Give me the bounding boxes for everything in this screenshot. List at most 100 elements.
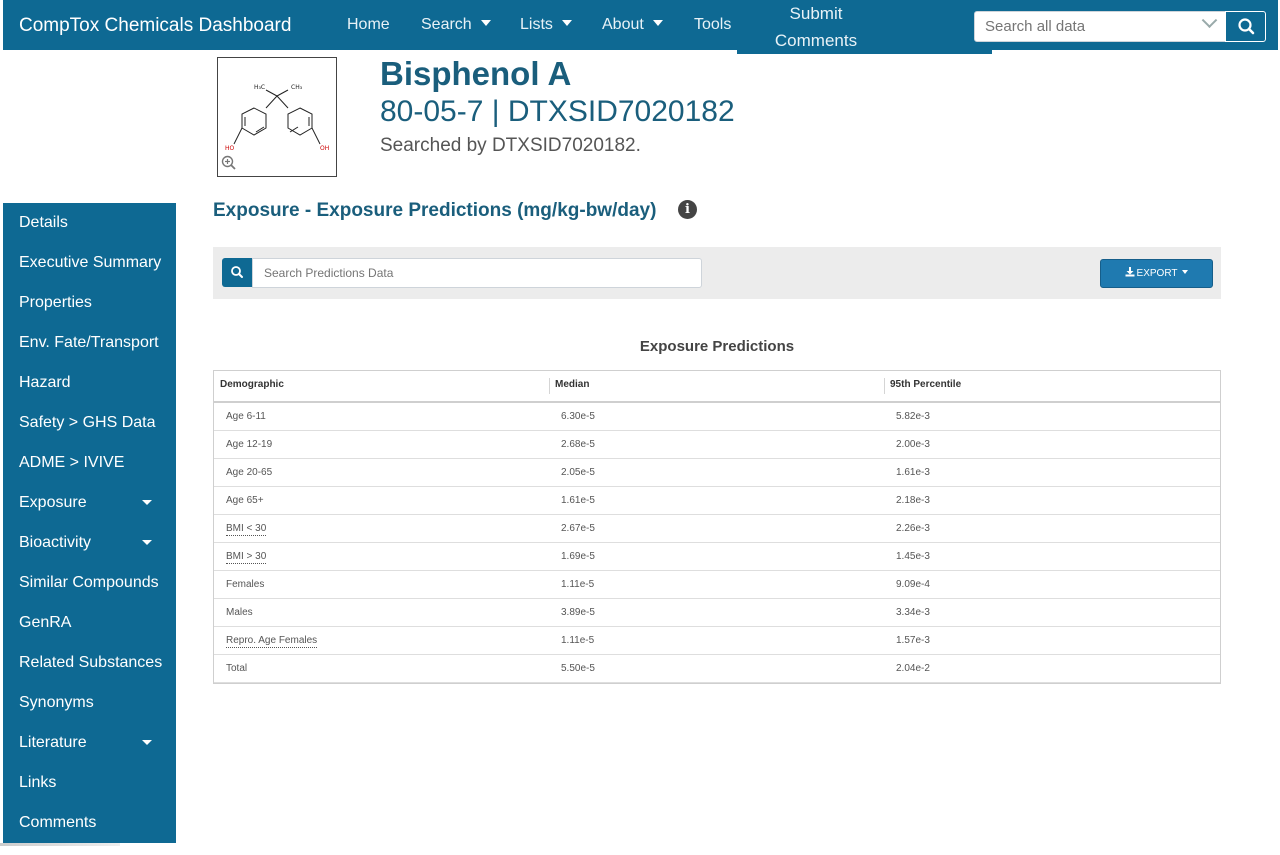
search-icon (1238, 18, 1255, 35)
sidebar-item-adme-ivive[interactable]: ADME > IVIVE (19, 443, 169, 483)
sidebar-item-links[interactable]: Links (19, 763, 169, 803)
demographic-label: Age 20-65 (226, 467, 273, 478)
nav-about-dropdown[interactable]: About (602, 0, 663, 50)
cell-median: 2.05e-5 (561, 467, 595, 478)
cell-demographic: Age 65+ (214, 487, 264, 515)
sidebar-item-label: Hazard (19, 374, 71, 391)
table-row[interactable]: Age 65+ 1.61e-5 2.18e-3 (214, 487, 1220, 515)
sidebar-nav: Details Executive Summary Properties Env… (3, 203, 176, 843)
search-icon (231, 266, 243, 278)
column-header-demographic[interactable]: Demographic (214, 371, 549, 401)
compound-identifiers: 80-05-7 | DTXSID7020182 (380, 95, 735, 128)
cell-95th-percentile: 5.82e-3 (896, 411, 930, 422)
abbreviation-tooltip[interactable]: Repro. Age Females (226, 635, 318, 648)
sidebar-item-properties[interactable]: Properties (19, 283, 169, 323)
cell-95th-percentile: 2.00e-3 (896, 439, 930, 450)
nav-lists-dropdown[interactable]: Lists (520, 0, 572, 50)
cell-demographic: Females (214, 571, 264, 599)
chevron-down-icon[interactable] (1201, 12, 1218, 29)
global-search-input[interactable] (975, 12, 1195, 41)
cell-demographic: Age 6-11 (214, 403, 266, 431)
cell-demographic: BMI < 30 (214, 515, 267, 543)
nav-search-dropdown[interactable]: Search (421, 0, 491, 50)
sidebar-item-exposure[interactable]: Exposure (19, 483, 169, 523)
cell-95th-percentile: 1.45e-3 (896, 551, 930, 562)
sidebar-item-synonyms[interactable]: Synonyms (19, 683, 169, 723)
sidebar-item-label: ADME > IVIVE (19, 454, 125, 471)
cell-demographic: Age 12-19 (214, 431, 272, 459)
zoom-in-icon[interactable] (221, 155, 237, 171)
caret-down-icon (1182, 270, 1189, 274)
global-search-button[interactable] (1225, 11, 1266, 42)
submit-comments-button[interactable]: Submit Comments (737, 0, 992, 54)
demographic-label: Age 6-11 (226, 411, 266, 422)
svg-text:HO: HO (225, 145, 235, 152)
export-label: EXPORT (1136, 268, 1178, 279)
sidebar-item-comments[interactable]: Comments (19, 803, 169, 843)
sidebar-item-label: Properties (19, 294, 92, 311)
caret-down-icon (142, 500, 152, 505)
sidebar-item-similar-compounds[interactable]: Similar Compounds (19, 563, 169, 603)
cell-demographic: BMI > 30 (214, 543, 267, 571)
cell-95th-percentile: 2.04e-2 (896, 663, 930, 674)
sidebar-item-executive-summary[interactable]: Executive Summary (19, 243, 169, 283)
cell-median: 3.89e-5 (561, 607, 595, 618)
searched-by-text: Searched by DTXSID7020182. (380, 135, 641, 156)
export-dropdown-button[interactable]: EXPORT (1100, 259, 1213, 288)
sidebar-item-label: GenRA (19, 614, 72, 631)
abbreviation-tooltip[interactable]: BMI > 30 (226, 551, 267, 564)
column-header-95th-percentile[interactable]: 95th Percentile (884, 371, 1219, 401)
table-row[interactable]: Females 1.11e-5 9.09e-4 (214, 571, 1220, 599)
table-toolbar: EXPORT (213, 247, 1221, 299)
section-title: Exposure - Exposure Predictions (mg/kg-b… (213, 200, 657, 221)
predictions-search-input[interactable] (252, 258, 702, 288)
table-row[interactable]: Age 20-65 2.05e-5 1.61e-3 (214, 459, 1220, 487)
sidebar-item-related-substances[interactable]: Related Substances (19, 643, 169, 683)
cell-demographic: Males (214, 599, 253, 627)
demographic-label: Age 65+ (226, 495, 264, 506)
sidebar-item-label: Executive Summary (19, 254, 162, 271)
sidebar-item-hazard[interactable]: Hazard (19, 363, 169, 403)
sidebar-item-literature[interactable]: Literature (19, 723, 169, 763)
sidebar-item-label: Safety > GHS Data (19, 414, 156, 431)
cell-demographic: Age 20-65 (214, 459, 272, 487)
cell-demographic: Repro. Age Females (214, 627, 318, 655)
table-row[interactable]: Age 6-11 6.30e-5 5.82e-3 (214, 403, 1220, 431)
caret-down-icon (142, 540, 152, 545)
sidebar-item-ghs-data[interactable]: Safety > GHS Data (19, 403, 169, 443)
cell-95th-percentile: 2.18e-3 (896, 495, 930, 506)
cell-median: 2.67e-5 (561, 523, 595, 534)
demographic-label: Total (226, 663, 248, 674)
nav-search-label: Search (421, 16, 472, 33)
nav-tools-label: Tools (694, 16, 732, 33)
cell-95th-percentile: 1.57e-3 (896, 635, 930, 646)
cell-median: 2.68e-5 (561, 439, 595, 450)
global-search-box (974, 11, 1226, 42)
sidebar-item-bioactivity[interactable]: Bioactivity (19, 523, 169, 563)
sidebar-item-genra[interactable]: GenRA (19, 603, 169, 643)
table-row[interactable]: BMI < 30 2.67e-5 2.26e-3 (214, 515, 1220, 543)
svg-text:OH: OH (320, 145, 329, 152)
comments-label: Comments (774, 31, 858, 50)
info-icon[interactable]: i (678, 200, 697, 219)
cell-median: 1.11e-5 (561, 635, 595, 646)
column-header-median[interactable]: Median (549, 371, 884, 401)
table-row[interactable]: Males 3.89e-5 3.34e-3 (214, 599, 1220, 627)
sidebar-item-env-fate[interactable]: Env. Fate/Transport (19, 323, 169, 363)
sidebar-item-label: Literature (19, 734, 87, 751)
table-row[interactable]: Repro. Age Females 1.11e-5 1.57e-3 (214, 627, 1220, 655)
sidebar-item-details[interactable]: Details (19, 203, 169, 243)
predictions-search-button[interactable] (222, 258, 252, 287)
sidebar-item-label: Synonyms (19, 694, 94, 711)
abbreviation-tooltip[interactable]: BMI < 30 (226, 523, 267, 536)
sidebar-item-label: Related Substances (19, 654, 163, 671)
table-row[interactable]: Total 5.50e-5 2.04e-2 (214, 655, 1220, 683)
brand-link[interactable]: CompTox Chemicals Dashboard (19, 0, 291, 50)
nav-home[interactable]: Home (347, 0, 390, 50)
table-row[interactable]: BMI > 30 1.69e-5 1.45e-3 (214, 543, 1220, 571)
sidebar-item-label: Comments (19, 814, 97, 831)
table-row[interactable]: Age 12-19 2.68e-5 2.00e-3 (214, 431, 1220, 459)
chemical-structure-image[interactable]: H₃C CH₃ HO OH (217, 57, 337, 177)
caret-down-icon (561, 20, 572, 26)
cell-median: 1.11e-5 (561, 579, 595, 590)
